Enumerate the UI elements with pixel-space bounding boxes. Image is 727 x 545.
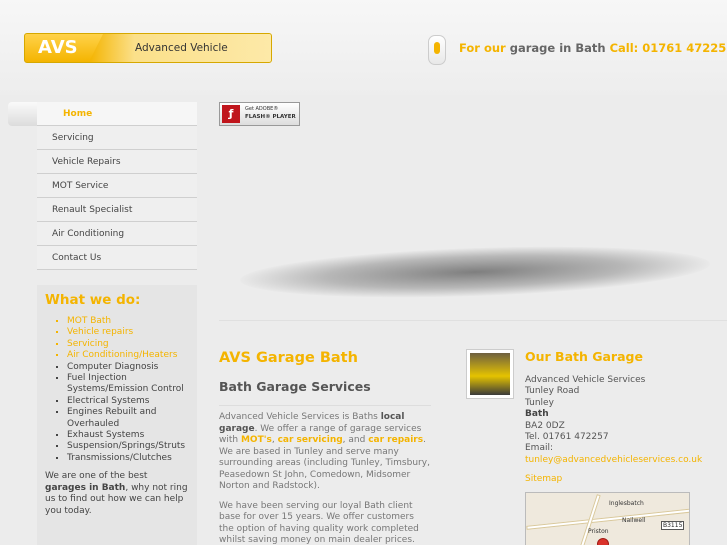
contact-email-label: Email: — [525, 443, 554, 454]
service-air-conditioning[interactable]: Air Conditioning/Heaters — [67, 350, 197, 361]
mot-link[interactable]: MOT's — [241, 435, 272, 445]
car-repairs-link[interactable]: car repairs — [368, 435, 423, 445]
what-we-do-outro: We are one of the best garages in Bath, … — [45, 471, 188, 516]
site-logo[interactable]: AVS Advanced Vehicle Services — [24, 33, 272, 63]
contact-tel: Tel. 01761 472257 — [525, 432, 609, 443]
call-number[interactable]: 01761 472257 — [642, 41, 727, 55]
location-map[interactable]: Inglesbatch Nailwell Priston B3115 — [525, 492, 690, 545]
call-line: For our garage in Bath Call: 01761 47225… — [459, 41, 727, 55]
address-postcode: BA2 0DZ — [525, 420, 565, 431]
service-engines: Engines Rebuilt and Overhauled — [67, 407, 197, 430]
car-servicing-link[interactable]: car servicing — [278, 435, 343, 445]
title-rule — [219, 405, 431, 406]
map-label-nailwell: Nailwell — [622, 517, 646, 524]
map-road-label: B3115 — [661, 521, 685, 530]
banner-shadow — [239, 239, 711, 305]
page-subtitle: Bath Garage Services — [219, 379, 371, 394]
service-vehicle-repairs[interactable]: Vehicle repairs — [67, 327, 197, 338]
get-flash-player-button[interactable]: ƒ Get ADOBE® FLASH® PLAYER — [219, 102, 300, 126]
map-pin-icon — [597, 538, 609, 545]
nav-item-contact-us[interactable]: Contact Us — [37, 246, 197, 270]
address-company: Advanced Vehicle Services — [525, 375, 646, 385]
address-city: Bath — [525, 409, 549, 420]
services-list: MOT Bath Vehicle repairs Servicing Air C… — [67, 316, 197, 464]
service-computer-diagnosis: Computer Diagnosis — [67, 362, 197, 373]
phone-icon — [428, 35, 446, 65]
flash-get-label: Get ADOBE® — [245, 106, 279, 112]
nav-item-home[interactable]: Home — [37, 102, 197, 126]
what-we-do-title: What we do: — [45, 292, 141, 308]
intro-paragraph: Advanced Vehicle Services is Baths local… — [219, 412, 430, 491]
what-we-do-panel: What we do: MOT Bath Vehicle repairs Ser… — [37, 285, 197, 545]
garage-photo[interactable] — [466, 349, 514, 399]
nav-item-renault-specialist[interactable]: Renault Specialist — [37, 198, 197, 222]
flash-player-label: FLASH® PLAYER — [245, 114, 296, 120]
content-divider — [219, 320, 727, 321]
service-servicing[interactable]: Servicing — [67, 339, 197, 350]
contact-email-link[interactable]: tunley@advancedvehicleservices.co.uk — [525, 455, 725, 466]
service-fuel-injection: Fuel Injection Systems/Emission Control — [67, 373, 197, 396]
nav-item-servicing[interactable]: Servicing — [37, 126, 197, 150]
address-block: Advanced Vehicle Services Tunley Road Tu… — [525, 375, 725, 466]
map-label-inglesbatch: Inglesbatch — [609, 500, 644, 507]
address-village: Tunley — [525, 397, 554, 408]
service-transmissions: Transmissions/Clutches — [67, 453, 197, 464]
logo-short: AVS — [38, 37, 78, 58]
call-label: Call: — [609, 41, 639, 55]
service-electrical: Electrical Systems — [67, 396, 197, 407]
main-content: AVS Garage Bath Bath Garage Services Adv… — [219, 350, 431, 545]
contact-title: Our Bath Garage — [525, 349, 643, 364]
contact-panel: Our Bath Garage Advanced Vehicle Service… — [525, 349, 725, 484]
service-exhaust: Exhaust Systems — [67, 430, 197, 441]
nav-item-mot-service[interactable]: MOT Service — [37, 174, 197, 198]
nav-tab-decoration — [8, 102, 38, 126]
main-nav: Home Servicing Vehicle Repairs MOT Servi… — [37, 102, 197, 270]
call-mid: garage in Bath — [509, 41, 606, 55]
map-label-priston: Priston — [588, 528, 609, 535]
nav-item-vehicle-repairs[interactable]: Vehicle Repairs — [37, 150, 197, 174]
page-title: AVS Garage Bath — [219, 350, 358, 366]
address-road: Tunley Road — [525, 386, 580, 397]
call-prefix: For our — [459, 41, 506, 55]
flash-icon: ƒ — [222, 105, 240, 123]
service-mot-bath[interactable]: MOT Bath — [67, 316, 197, 327]
sitemap-link[interactable]: Sitemap — [525, 474, 725, 484]
nav-item-air-conditioning[interactable]: Air Conditioning — [37, 222, 197, 246]
second-paragraph: We have been serving our loyal Bath clie… — [219, 500, 419, 545]
service-suspension: Suspension/Springs/Struts — [67, 441, 197, 452]
garage-photo-image — [470, 353, 510, 395]
logo-name: Advanced Vehicle Services — [89, 34, 271, 62]
